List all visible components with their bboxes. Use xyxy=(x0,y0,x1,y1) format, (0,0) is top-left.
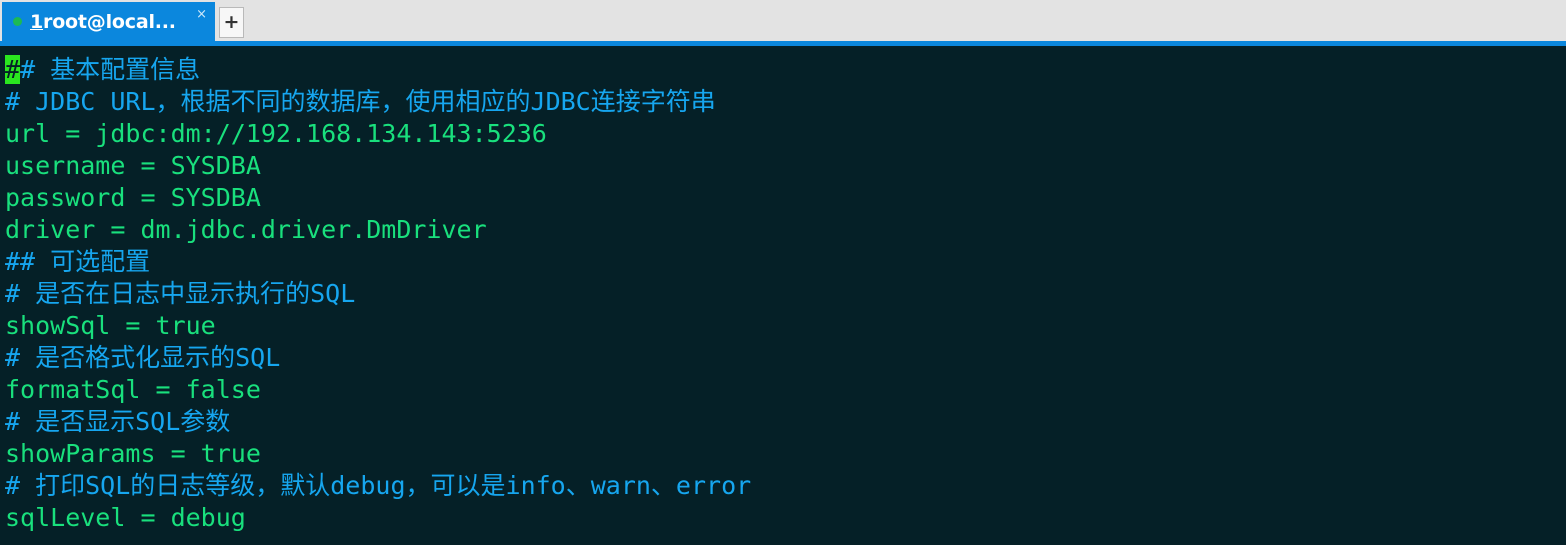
terminal-window: 1root@local... × + ## 基本配置信息 # JDBC URL，根… xyxy=(0,0,1566,545)
terminal-line: # 打印SQL的日志等级，默认debug，可以是info、warn、error xyxy=(5,470,1566,502)
comment-text: ## 可选配置 xyxy=(5,247,151,276)
terminal-line: ## 基本配置信息 xyxy=(5,54,1566,86)
text-cursor: # xyxy=(5,55,21,84)
config-text: sqlLevel = debug xyxy=(5,503,246,532)
config-text: url = jdbc:dm://192.168.134.143:5236 xyxy=(5,119,547,148)
tab-title-text: root@local... xyxy=(43,10,176,33)
comment-text: # 是否格式化显示的SQL xyxy=(5,343,281,372)
config-text: showSql = true xyxy=(5,311,216,340)
comment-text: # 打印SQL的日志等级，默认debug，可以是info、warn、error xyxy=(5,471,752,500)
terminal-line: formatSql = false xyxy=(5,374,1566,406)
terminal-line: showParams = true xyxy=(5,438,1566,470)
tab-index: 1 xyxy=(30,10,44,33)
config-text: driver = dm.jdbc.driver.DmDriver xyxy=(5,215,487,244)
terminal-line: username = SYSDBA xyxy=(5,150,1566,182)
comment-text: # JDBC URL，根据不同的数据库，使用相应的JDBC连接字符串 xyxy=(5,87,716,116)
new-tab-button[interactable]: + xyxy=(219,7,244,38)
close-icon[interactable]: × xyxy=(196,8,207,21)
tab-root-localhost[interactable]: 1root@local... × xyxy=(2,2,215,41)
terminal-line: ## 可选配置 xyxy=(5,246,1566,278)
terminal-line: # 是否格式化显示的SQL xyxy=(5,342,1566,374)
tab-title: 1root@local... xyxy=(30,11,176,33)
terminal-line: # 是否显示SQL参数 xyxy=(5,406,1566,438)
comment-text: # 是否在日志中显示执行的SQL xyxy=(5,279,356,308)
terminal-line: # JDBC URL，根据不同的数据库，使用相应的JDBC连接字符串 xyxy=(5,86,1566,118)
terminal-line: sqlLevel = debug xyxy=(5,502,1566,534)
tab-status-dot xyxy=(13,17,22,26)
comment-text: # 基本配置信息 xyxy=(20,55,201,84)
comment-text: # 是否显示SQL参数 xyxy=(5,407,231,436)
terminal-output[interactable]: ## 基本配置信息 # JDBC URL，根据不同的数据库，使用相应的JDBC连接… xyxy=(0,46,1566,545)
config-text: showParams = true xyxy=(5,439,261,468)
terminal-line: # 是否在日志中显示执行的SQL xyxy=(5,278,1566,310)
terminal-line: url = jdbc:dm://192.168.134.143:5236 xyxy=(5,118,1566,150)
terminal-line: showSql = true xyxy=(5,310,1566,342)
terminal-line: driver = dm.jdbc.driver.DmDriver xyxy=(5,214,1566,246)
config-text: username = SYSDBA xyxy=(5,151,261,180)
config-text: password = SYSDBA xyxy=(5,183,261,212)
tab-bar: 1root@local... × + xyxy=(0,0,1566,41)
terminal-line: password = SYSDBA xyxy=(5,182,1566,214)
config-text: formatSql = false xyxy=(5,375,261,404)
